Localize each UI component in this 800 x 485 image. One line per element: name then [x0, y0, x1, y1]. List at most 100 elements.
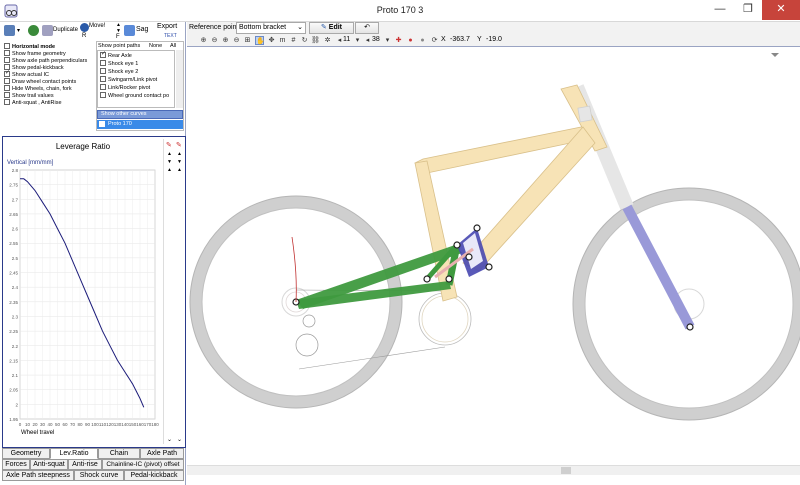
- zoom-out-icon[interactable]: ⊖: [232, 36, 241, 45]
- path-item-link-rocker-pivot[interactable]: Link/Rocker pivot: [100, 84, 150, 91]
- zoom-out-icon[interactable]: ⊖: [210, 36, 219, 45]
- checkbox[interactable]: [4, 85, 10, 91]
- bike-menu-icon[interactable]: [4, 25, 15, 36]
- scale-down-icon[interactable]: ▼: [177, 159, 182, 165]
- checkbox[interactable]: [4, 99, 10, 105]
- record-icon[interactable]: ●: [406, 36, 415, 45]
- stop-icon[interactable]: ●: [418, 36, 427, 45]
- bike-drawing[interactable]: [187, 47, 800, 465]
- option-hide-wheels[interactable]: Hide Wheels, chain, fork: [4, 85, 72, 92]
- show-other-curves-header[interactable]: Show other curves: [97, 110, 183, 119]
- checkbox[interactable]: [99, 121, 105, 127]
- checkbox[interactable]: [4, 78, 10, 84]
- tab-chainline-ic-offset[interactable]: Chainline-IC (pivot) offset: [102, 459, 184, 470]
- tab-anti-rise[interactable]: Anti-rise: [68, 459, 102, 470]
- scale-up-icon[interactable]: ▲: [177, 167, 182, 173]
- pen-icon[interactable]: ✎: [166, 141, 172, 149]
- checkbox-checked[interactable]: [4, 70, 10, 77]
- tab-axle-path-steepness[interactable]: Axle Path steepness: [2, 470, 74, 481]
- pump-icon[interactable]: ✚: [394, 36, 403, 45]
- pen-icon[interactable]: ✎: [176, 141, 182, 149]
- scale-up-icon[interactable]: ▲: [177, 151, 182, 157]
- undo-button[interactable]: ↶: [355, 22, 379, 34]
- refresh-icon[interactable]: ⟳: [430, 36, 439, 45]
- option-wheel-contact-points[interactable]: Draw wheel contact points: [4, 78, 76, 85]
- tab-forces[interactable]: Forces: [2, 459, 30, 470]
- close-button[interactable]: ✕: [762, 0, 800, 20]
- measure-icon[interactable]: m: [278, 36, 287, 45]
- option-frame-geometry[interactable]: Show frame geometry: [4, 50, 66, 57]
- scroll-thumb[interactable]: [561, 467, 571, 474]
- scale-up-icon[interactable]: ▲: [167, 151, 172, 157]
- rear-gear-left-icon[interactable]: ◂: [363, 36, 372, 45]
- tab-chain[interactable]: Chain: [98, 448, 140, 459]
- none-button[interactable]: None: [149, 43, 162, 49]
- checkbox[interactable]: [100, 60, 106, 66]
- checkbox[interactable]: [4, 50, 10, 56]
- move-icon[interactable]: [80, 23, 89, 32]
- chevron-down-icon[interactable]: ⌄: [177, 436, 182, 443]
- move-icon[interactable]: ✥: [267, 36, 276, 45]
- path-item-wheel-ground-contact[interactable]: Wheel ground contact po: [100, 92, 169, 99]
- tab-shock-curve[interactable]: Shock curve: [74, 470, 124, 481]
- front-wheel[interactable]: [572, 187, 800, 421]
- globe-icon[interactable]: [28, 25, 39, 36]
- zoom-in-icon[interactable]: ⊕: [199, 36, 208, 45]
- pan-hand-icon[interactable]: ✋: [255, 36, 265, 45]
- path-item-shock-eye-1[interactable]: Shock eye 1: [100, 60, 138, 67]
- zoom-fit-icon[interactable]: ⊞: [243, 36, 252, 45]
- minimize-button[interactable]: —: [706, 0, 734, 20]
- sag-icon[interactable]: [124, 25, 135, 36]
- option-axle-path-perpendiculars[interactable]: Show axle path perpendiculars: [4, 57, 87, 64]
- all-button[interactable]: All: [170, 43, 176, 49]
- option-horizontal-mode[interactable]: Horizontal mode: [4, 43, 55, 50]
- tab-pedal-kickback[interactable]: Pedal-kickback: [124, 470, 184, 481]
- duplicate-icon[interactable]: [42, 25, 53, 36]
- horizontal-scrollbar[interactable]: [187, 465, 800, 475]
- scale-down-icon[interactable]: ▼: [167, 159, 172, 165]
- edit-button[interactable]: ✎ Edit: [309, 22, 354, 34]
- scale-up-icon[interactable]: ▲: [167, 167, 172, 173]
- checkbox[interactable]: [4, 57, 10, 63]
- path-item-rear-axle[interactable]: Rear Axle: [100, 51, 132, 59]
- curve-item-proto-170[interactable]: Proto 170: [97, 120, 183, 129]
- chevron-down-icon[interactable]: ⌄: [167, 436, 172, 443]
- move-button[interactable]: Move!: [89, 23, 105, 29]
- rear-gear-dropdown-icon[interactable]: ▾: [383, 36, 392, 45]
- option-actual-ic[interactable]: Show actual IC: [4, 70, 49, 78]
- settings-icon[interactable]: ✲: [323, 36, 332, 45]
- front-gear-dropdown-icon[interactable]: ▾: [353, 36, 362, 45]
- option-pedal-kickback[interactable]: Show pedal-kickback: [4, 64, 64, 71]
- collapse-arrow-icon[interactable]: [771, 53, 779, 57]
- bike-geometry-canvas[interactable]: [187, 47, 800, 485]
- checkbox[interactable]: [100, 84, 106, 90]
- chain-icon[interactable]: ⛓: [311, 36, 320, 45]
- sag-button[interactable]: Sag: [136, 26, 148, 33]
- zoom-in-icon[interactable]: ⊕: [221, 36, 230, 45]
- export-button[interactable]: Export: [157, 23, 177, 30]
- path-item-swingarm-link-pivot[interactable]: Swingarm/Link pivot: [100, 76, 157, 83]
- rotate-icon[interactable]: ↻: [300, 36, 309, 45]
- tab-geometry[interactable]: Geometry: [2, 448, 50, 459]
- reference-point-select[interactable]: Bottom bracket ⌄: [236, 22, 306, 34]
- rear-gear-value[interactable]: 38: [372, 36, 380, 43]
- checkbox[interactable]: [4, 43, 10, 49]
- checkbox[interactable]: [100, 76, 106, 82]
- option-trail-values[interactable]: Show trail values: [4, 92, 54, 99]
- checkbox[interactable]: [4, 92, 10, 98]
- point-paths-scrollbar[interactable]: [176, 50, 183, 108]
- checkbox[interactable]: [100, 92, 106, 98]
- checkbox-checked[interactable]: [100, 51, 106, 58]
- tab-anti-squat[interactable]: Anti-squat: [30, 459, 68, 470]
- tab-lev-ratio[interactable]: Lev.Ratio: [50, 448, 98, 459]
- checkbox[interactable]: [100, 68, 106, 74]
- grid-icon[interactable]: #: [289, 36, 298, 45]
- dropdown-arrow-icon[interactable]: ▾: [17, 27, 20, 34]
- duplicate-button[interactable]: Duplicate: [53, 27, 78, 33]
- front-gear-value[interactable]: 11: [343, 36, 350, 43]
- restore-button[interactable]: ❐: [734, 0, 762, 20]
- path-item-shock-eye-2[interactable]: Shock eye 2: [100, 68, 138, 75]
- tab-axle-path[interactable]: Axle Path: [140, 448, 184, 459]
- option-anti-squat-antirise[interactable]: Anti-squat , AntiRise: [4, 99, 62, 106]
- chart-x-tick-label: 80: [77, 422, 83, 427]
